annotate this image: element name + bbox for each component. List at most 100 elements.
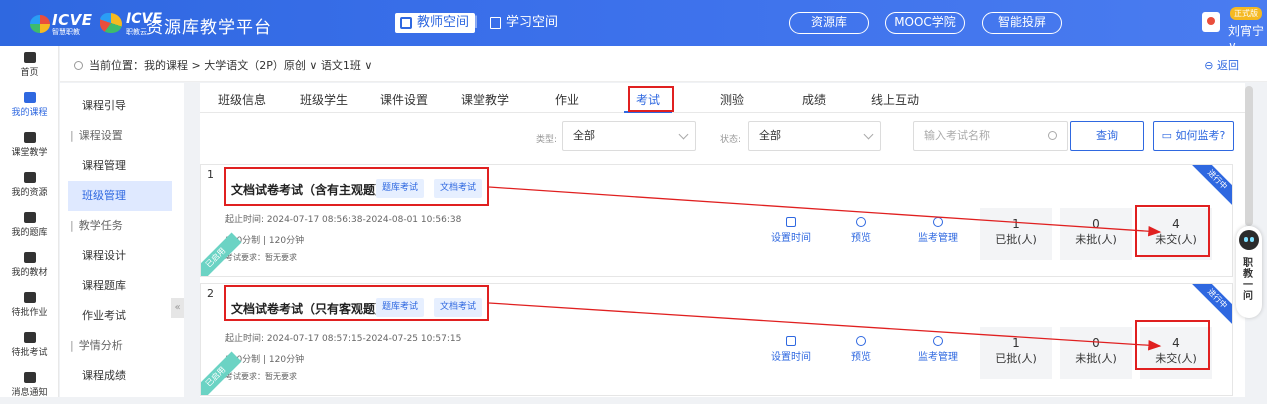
tab-class-students[interactable]: 班级学生 <box>300 91 348 108</box>
menu-course-grades[interactable]: 课程成绩 <box>68 361 172 391</box>
nav-question-bank[interactable]: 我的题库 <box>0 212 59 244</box>
menu-class-management[interactable]: 班级管理 <box>68 181 172 211</box>
tab-online-interaction[interactable]: 线上互动 <box>871 91 919 108</box>
main-panel: 班级信息 班级学生 课件设置 课堂教学 作业 考试 测验 成绩 线上互动 类型:… <box>200 83 1245 397</box>
nav-pending-exams[interactable]: 待批考试 <box>0 332 59 364</box>
smart-cast-button[interactable]: 智能投屏 <box>982 12 1062 34</box>
menu-homework-exams[interactable]: 作业考试 <box>68 301 172 331</box>
study-space-label: 学习空间 <box>506 15 559 30</box>
left-icon-nav: 首页 我的课程 课堂教学 我的资源 我的题库 我的教材 待批作业 待批考试 消息… <box>0 46 59 398</box>
graded-stat[interactable]: 1 已批(人) <box>980 327 1052 379</box>
breadcrumb[interactable]: 当前位置：我的课程 > 大学语文（2P）原创 ∨ 语文1班 ∨ <box>74 57 372 73</box>
nav-messages[interactable]: 消息通知 <box>0 372 59 404</box>
menu-course-design[interactable]: 课程设计 <box>68 241 172 271</box>
nav-question-bank-label: 我的题库 <box>11 228 48 238</box>
book-icon <box>23 92 36 103</box>
teacher-space-icon <box>400 17 412 29</box>
user-app-icon[interactable] <box>1202 12 1220 32</box>
tab-classroom-teaching[interactable]: 课堂教学 <box>461 91 509 108</box>
ungraded-label: 未批(人) <box>1075 233 1117 246</box>
tab-grades[interactable]: 成绩 <box>802 91 826 108</box>
menu-course-management[interactable]: 课程管理 <box>68 151 172 181</box>
tab-class-info[interactable]: 班级信息 <box>218 91 266 108</box>
ai-assistant-label: 职教一问 <box>1243 258 1253 302</box>
nav-home-label: 首页 <box>20 68 39 78</box>
vertical-scrollbar[interactable] <box>1245 86 1253 226</box>
set-time-label: 设置时间 <box>771 233 811 244</box>
icve-logo-mark <box>30 15 50 33</box>
exam-time: 起止时间: 2024-07-17 08:56:38-2024-08-01 10:… <box>225 215 462 225</box>
ungraded-label: 未批(人) <box>1075 352 1117 365</box>
type-filter-select[interactable]: 全部 <box>562 121 696 151</box>
proctor-icon <box>933 217 943 227</box>
eye-icon <box>856 336 866 346</box>
preview-label: 预览 <box>851 352 871 363</box>
study-space-icon <box>490 17 501 29</box>
tab-homework[interactable]: 作业 <box>555 91 579 108</box>
ai-assistant-widget[interactable]: 职教一问 <box>1236 226 1262 318</box>
chevron-down-icon <box>863 129 874 140</box>
nav-classroom[interactable]: 课堂教学 <box>0 132 59 164</box>
set-time-button[interactable]: 设置时间 <box>761 217 821 244</box>
annotation-box-exam2-title <box>224 285 489 321</box>
back-link[interactable]: ⊖ 返回 <box>1204 57 1239 73</box>
menu-course-guide[interactable]: 课程引导 <box>68 91 172 121</box>
preview-button[interactable]: 预览 <box>831 336 891 363</box>
how-to-proctor-button[interactable]: ▭ 如何监考? <box>1153 121 1234 151</box>
menu-course-question-bank[interactable]: 课程题库 <box>68 271 172 301</box>
folder-icon <box>23 172 36 183</box>
graded-count: 1 <box>1012 217 1020 231</box>
annotation-box-exam2-not-submitted <box>1135 320 1210 370</box>
zhijiaoyun-logo-sub: 职教云 <box>126 28 147 36</box>
teacher-space-button[interactable]: 教师空间 <box>395 13 476 33</box>
proctor-management-label: 监考管理 <box>918 352 958 363</box>
menu-group-course-settings: 课程设置 <box>68 121 172 151</box>
nav-textbooks[interactable]: 我的教材 <box>0 252 59 284</box>
top-bar: ICVE 智慧职教 ICVE 职教云 资源库教学平台 教师空间 | 学习空间 资… <box>0 0 1267 53</box>
graded-count: 1 <box>1012 336 1020 350</box>
homework-icon <box>23 292 36 303</box>
study-space-button[interactable]: 学习空间 <box>490 13 558 33</box>
how-to-proctor-label: 如何监考? <box>1175 129 1226 142</box>
nav-pending-homework[interactable]: 待批作业 <box>0 292 59 324</box>
nav-home[interactable]: 首页 <box>0 52 59 84</box>
zhijiaoyun-logo-mark <box>100 13 122 33</box>
query-button[interactable]: 查询 <box>1070 121 1144 151</box>
annotation-box-exam1-title <box>224 167 489 206</box>
upload-icon <box>786 217 796 227</box>
class-tabs: 班级信息 班级学生 课件设置 课堂教学 作业 考试 测验 成绩 线上互动 <box>200 83 1245 113</box>
play-icon <box>23 132 36 143</box>
collapse-menu-button[interactable]: « <box>171 298 184 318</box>
breadcrumb-text[interactable]: 当前位置：我的课程 > 大学语文（2P）原创 ∨ 语文1班 ∨ <box>89 59 372 72</box>
proctor-management-button[interactable]: 监考管理 <box>908 336 968 363</box>
resource-library-button[interactable]: 资源库 <box>789 12 869 34</box>
nav-pending-exams-label: 待批考试 <box>11 348 48 358</box>
preview-button[interactable]: 预览 <box>831 217 891 244</box>
menu-group-learning-analysis: 学情分析 <box>68 331 172 361</box>
proctor-management-button[interactable]: 监考管理 <box>908 217 968 244</box>
ungraded-stat[interactable]: 0 未批(人) <box>1060 208 1132 260</box>
search-icon[interactable] <box>1048 131 1057 140</box>
back-label: 返回 <box>1217 59 1239 72</box>
breadcrumb-bar: 当前位置：我的课程 > 大学语文（2P）原创 ∨ 语文1班 ∨ ⊖ 返回 <box>60 46 1267 82</box>
graded-stat[interactable]: 1 已批(人) <box>980 208 1052 260</box>
type-filter-value: 全部 <box>573 129 595 142</box>
nav-my-resources[interactable]: 我的资源 <box>0 172 59 204</box>
tab-quiz[interactable]: 测验 <box>720 91 744 108</box>
set-time-button[interactable]: 设置时间 <box>761 336 821 363</box>
proctor-icon <box>933 336 943 346</box>
icve-logo[interactable]: ICVE 智慧职教 <box>30 11 92 36</box>
tab-courseware-settings[interactable]: 课件设置 <box>380 91 428 108</box>
status-filter-select[interactable]: 全部 <box>748 121 881 151</box>
mooc-college-button[interactable]: MOOC学院 <box>885 12 965 34</box>
exam-search-input[interactable]: 输入考试名称 <box>913 121 1068 151</box>
nav-pending-homework-label: 待批作业 <box>11 308 48 318</box>
eye-icon <box>856 217 866 227</box>
robot-icon <box>1239 230 1259 250</box>
in-progress-ribbon: 进行中 <box>1191 165 1232 206</box>
menu-group-teaching-tasks: 教学任务 <box>68 211 172 241</box>
nav-my-courses[interactable]: 我的课程 <box>0 92 59 124</box>
ungraded-count: 0 <box>1092 217 1100 231</box>
ungraded-stat[interactable]: 0 未批(人) <box>1060 327 1132 379</box>
teacher-space-label: 教师空间 <box>417 15 470 30</box>
